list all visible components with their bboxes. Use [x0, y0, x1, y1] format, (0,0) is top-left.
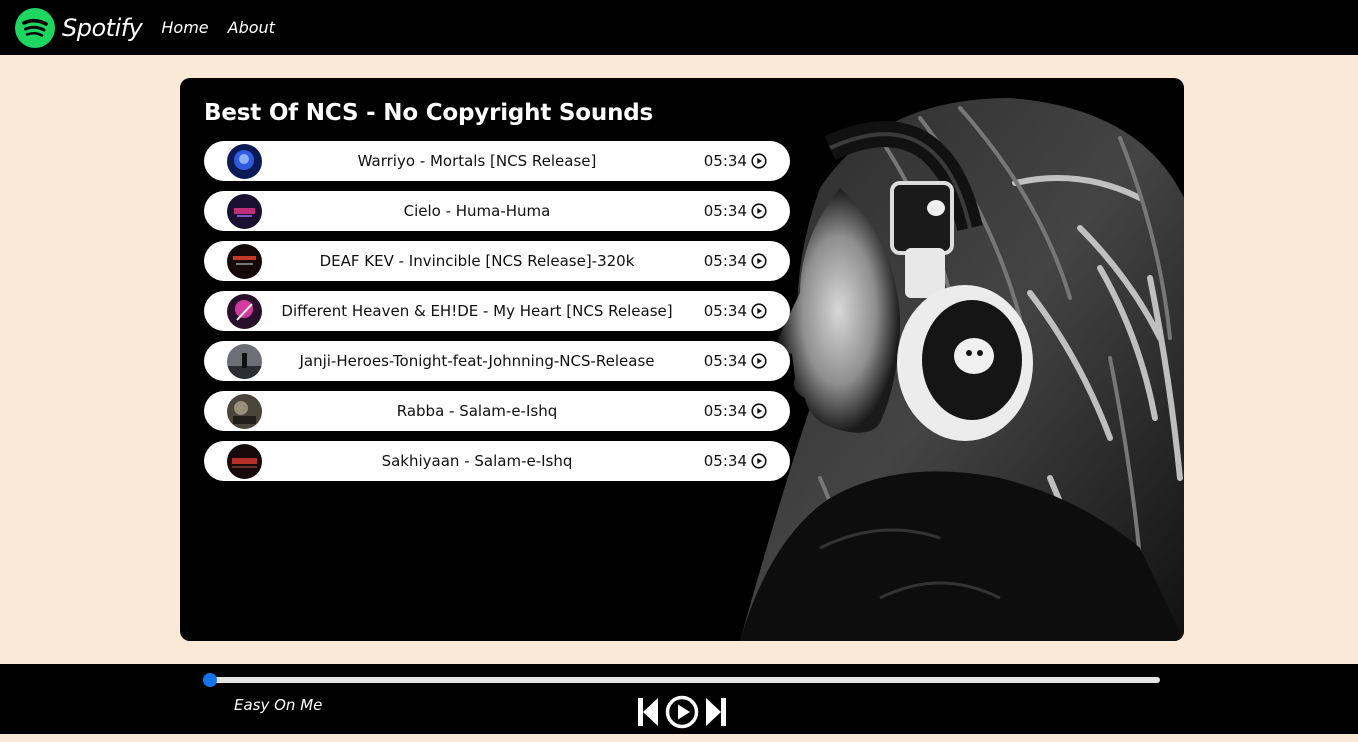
song-item[interactable]: Sakhiyaan - Salam-e-Ishq 05:34 [204, 441, 790, 481]
song-time: 05:34 [704, 352, 767, 370]
song-item[interactable]: DEAF KEV - Invincible [NCS Release]-320k… [204, 241, 790, 281]
play-icon[interactable] [665, 695, 699, 729]
song-cover-image [227, 194, 262, 229]
progress-thumb[interactable] [203, 673, 217, 687]
play-circle-icon[interactable] [751, 253, 767, 269]
player-bar: Easy On Me [0, 664, 1358, 734]
nav-about-link[interactable]: About [228, 18, 275, 37]
song-item[interactable]: Different Heaven & EH!DE - My Heart [NCS… [204, 291, 790, 331]
progress-track[interactable] [205, 677, 1160, 683]
song-item[interactable]: Janji-Heroes-Tonight-feat-Johnning-NCS-R… [204, 341, 790, 381]
brand[interactable]: Spotify [15, 7, 143, 48]
song-time: 05:34 [704, 402, 767, 420]
playlist-container: Best Of NCS - No Copyright Sounds Warriy… [180, 78, 1184, 641]
song-name: Different Heaven & EH!DE - My Heart [NCS… [281, 302, 673, 320]
song-time: 05:34 [704, 252, 767, 270]
song-item[interactable]: Rabba - Salam-e-Ishq 05:34 [204, 391, 790, 431]
song-name: Warriyo - Mortals [NCS Release] [357, 152, 597, 170]
song-duration: 05:34 [703, 402, 747, 420]
song-duration: 05:34 [703, 452, 747, 470]
song-duration: 05:34 [703, 352, 747, 370]
song-duration: 05:34 [703, 252, 747, 270]
song-item[interactable]: Warriyo - Mortals [NCS Release] 05:34 [204, 141, 790, 181]
play-circle-icon[interactable] [751, 203, 767, 219]
brand-name: Spotify [62, 13, 143, 42]
play-circle-icon[interactable] [751, 403, 767, 419]
previous-icon[interactable] [637, 697, 659, 727]
song-name: Janji-Heroes-Tonight-feat-Johnning-NCS-R… [299, 352, 655, 370]
navbar: Spotify Home About [0, 0, 1358, 55]
song-cover-image [227, 394, 262, 429]
song-name: Cielo - Huma-Huma [403, 202, 551, 220]
song-duration: 05:34 [703, 202, 747, 220]
song-cover-image [227, 444, 262, 479]
song-time: 05:34 [704, 202, 767, 220]
next-icon[interactable] [705, 697, 727, 727]
song-cover-image [227, 344, 262, 379]
progress-slider[interactable] [203, 673, 1160, 687]
song-time: 05:34 [704, 302, 767, 320]
play-circle-icon[interactable] [751, 353, 767, 369]
song-name: Rabba - Salam-e-Ishq [396, 402, 558, 420]
play-circle-icon[interactable] [751, 153, 767, 169]
song-item[interactable]: Cielo - Huma-Huma 05:34 [204, 191, 790, 231]
spotify-logo-icon [15, 7, 55, 48]
playlist-title: Best Of NCS - No Copyright Sounds [204, 100, 653, 126]
player-controls [637, 695, 727, 729]
song-time: 05:34 [704, 152, 767, 170]
nav-home-link[interactable]: Home [161, 18, 208, 37]
song-list: Warriyo - Mortals [NCS Release] 05:34 Ci… [204, 141, 790, 491]
song-cover-image [227, 144, 262, 179]
song-name: Sakhiyaan - Salam-e-Ishq [381, 452, 573, 470]
song-duration: 05:34 [703, 302, 747, 320]
song-cover-image [227, 294, 262, 329]
now-playing-title: Easy On Me [234, 696, 323, 714]
song-time: 05:34 [704, 452, 767, 470]
play-circle-icon[interactable] [751, 453, 767, 469]
play-circle-icon[interactable] [751, 303, 767, 319]
song-duration: 05:34 [703, 152, 747, 170]
song-name: DEAF KEV - Invincible [NCS Release]-320k [319, 252, 635, 270]
song-cover-image [227, 244, 262, 279]
